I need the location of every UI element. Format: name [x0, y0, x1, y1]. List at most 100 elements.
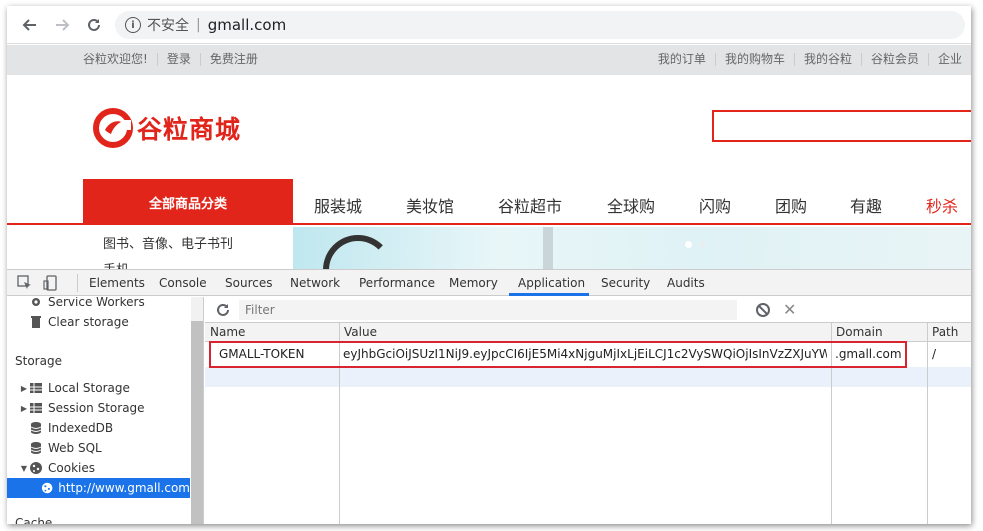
my-cart-link[interactable]: 我的购物车: [714, 53, 794, 66]
sidebar-item-label: Web SQL: [48, 441, 102, 455]
site-logo[interactable]: 谷粒商城: [93, 108, 241, 148]
sidebar-scrollbar-thumb[interactable]: [191, 321, 203, 524]
active-tab-indicator: [509, 293, 589, 296]
column-divider: [927, 323, 928, 524]
tab-application[interactable]: Application: [518, 276, 585, 290]
sidebar-item-indexeddb[interactable]: IndexedDB: [19, 418, 202, 438]
my-orders-link[interactable]: 我的订单: [658, 53, 715, 66]
tab-elements[interactable]: Elements: [89, 276, 145, 290]
category-list: 图书、音像、电子书刊 手机: [83, 227, 293, 278]
sidebar-item-label: http://www.gmall.com: [58, 481, 190, 495]
site-topbar: 谷粒欢迎您! 登录 免费注册 我的订单 我的购物车 我的谷粒 谷粒会员 企业: [7, 45, 971, 75]
banner-decoration: [543, 227, 553, 269]
carousel-dot[interactable]: [699, 241, 706, 248]
cookies-table: Name Value Domain Path GMALL-TOKEN eyJhb…: [205, 323, 971, 524]
welcome-text: 谷粒欢迎您!: [83, 52, 148, 66]
sidebar-item-label: Cookies: [48, 461, 95, 475]
security-label: 不安全: [147, 18, 189, 34]
carousel-dot[interactable]: [685, 241, 692, 248]
cookies-pane: ✕ Name Value Domain Path GMALL-TOKEN eyJ…: [205, 297, 971, 524]
banner-product-image: [323, 235, 393, 269]
sidebar-item-web-sql[interactable]: Web SQL: [19, 438, 202, 458]
logo-icon: [93, 108, 133, 148]
my-account-link[interactable]: 我的谷粒: [793, 53, 861, 66]
nav-item-fun[interactable]: 有趣: [850, 193, 882, 217]
sidebar-item-label: Session Storage: [48, 401, 145, 415]
nav-item-beauty[interactable]: 美妆馆: [406, 193, 454, 217]
info-icon[interactable]: i: [125, 17, 141, 33]
clear-all-icon[interactable]: [755, 302, 771, 318]
all-categories-button[interactable]: 全部商品分类: [83, 179, 293, 225]
tab-security[interactable]: Security: [601, 276, 650, 290]
nav-item-clothing[interactable]: 服装城: [314, 193, 362, 217]
forward-button[interactable]: [51, 14, 73, 36]
enterprise-link[interactable]: 企业: [927, 53, 971, 66]
tab-memory[interactable]: Memory: [449, 276, 498, 290]
sidebar-item-local-storage[interactable]: ▶ Local Storage: [19, 378, 202, 398]
main-nav: 全部商品分类 服装城 美妆馆 谷粒超市 全球购 闪购 团购 有趣 秒杀: [7, 179, 971, 225]
tab-sources[interactable]: Sources: [225, 276, 272, 290]
sidebar-item-label: Service Workers: [48, 297, 145, 309]
search-input[interactable]: [712, 110, 971, 142]
highlight-annotation-box: [209, 341, 907, 368]
cookie-path[interactable]: /: [932, 347, 968, 361]
sidebar-item-cookie-origin[interactable]: http://www.gmall.com: [7, 478, 190, 498]
url-text: gmall.com: [207, 16, 287, 34]
nav-item-global[interactable]: 全球购: [607, 193, 655, 217]
sidebar-item-label: Clear storage: [48, 315, 129, 329]
nav-item-seckill[interactable]: 秒杀: [926, 193, 958, 217]
nav-item-supermarket[interactable]: 谷粒超市: [498, 193, 562, 217]
gear-icon: [32, 298, 40, 306]
cookies-toolbar: ✕: [205, 297, 971, 323]
login-link[interactable]: 登录: [156, 53, 200, 66]
nav-item-group[interactable]: 团购: [775, 193, 807, 217]
nav-item-flash[interactable]: 闪购: [699, 193, 731, 217]
tab-console[interactable]: Console: [159, 276, 207, 290]
tab-network[interactable]: Network: [290, 276, 340, 290]
grid-icon: [30, 403, 42, 413]
membership-link[interactable]: 谷粒会员: [860, 53, 928, 66]
devtools-tabbar: Elements Console Sources Network Perform…: [7, 270, 971, 296]
sidebar-item-label: Local Storage: [48, 381, 130, 395]
delete-selected-icon[interactable]: ✕: [783, 300, 796, 319]
address-separator: |: [196, 17, 201, 33]
sidebar-item-clear-storage[interactable]: Clear storage: [19, 312, 202, 332]
reload-button[interactable]: [83, 14, 105, 36]
tab-performance[interactable]: Performance: [359, 276, 435, 290]
tab-separator: [77, 274, 78, 292]
register-link[interactable]: 免费注册: [199, 53, 267, 66]
expand-arrow-icon[interactable]: ▶: [19, 384, 29, 393]
refresh-icon[interactable]: [215, 302, 231, 318]
column-header-path[interactable]: Path: [927, 323, 971, 342]
logo-text: 谷粒商城: [137, 115, 242, 144]
address-bar[interactable]: i 不安全 | gmall.com: [115, 11, 965, 39]
screenshot-frame: i 不安全 | gmall.com 谷粒欢迎您! 登录 免费注册 我的订单 我的…: [7, 6, 971, 524]
filter-input[interactable]: [239, 300, 737, 320]
cache-heading: Cache: [15, 516, 53, 524]
column-header-value[interactable]: Value: [339, 323, 831, 342]
device-toolbar-icon[interactable]: [43, 275, 59, 291]
database-icon: [30, 442, 42, 454]
trash-icon: [31, 316, 41, 328]
arrow-right-icon: [56, 19, 70, 31]
inspect-element-icon[interactable]: [17, 275, 33, 291]
category-item-books[interactable]: 图书、音像、电子书刊: [103, 233, 233, 252]
cookie-icon: [41, 482, 53, 494]
storage-heading: Storage: [15, 354, 62, 368]
collapse-arrow-icon[interactable]: ▼: [19, 464, 29, 473]
grid-icon: [30, 383, 42, 393]
application-sidebar: Service Workers Clear storage Storage ▶ …: [7, 297, 204, 524]
cookie-icon: [30, 462, 42, 474]
expand-arrow-icon[interactable]: ▶: [19, 404, 29, 413]
column-header-domain[interactable]: Domain: [831, 323, 927, 342]
arrow-left-icon: [22, 19, 36, 31]
devtools-panel: Elements Console Sources Network Perform…: [7, 269, 971, 524]
sidebar-item-service-workers[interactable]: Service Workers: [19, 297, 202, 312]
sidebar-item-session-storage[interactable]: ▶ Session Storage: [19, 398, 202, 418]
promo-banner[interactable]: [293, 227, 971, 269]
tab-audits[interactable]: Audits: [667, 276, 705, 290]
column-header-name[interactable]: Name: [205, 323, 339, 342]
empty-row: [205, 367, 971, 387]
back-button[interactable]: [19, 14, 41, 36]
sidebar-item-cookies[interactable]: ▼ Cookies: [19, 458, 202, 478]
